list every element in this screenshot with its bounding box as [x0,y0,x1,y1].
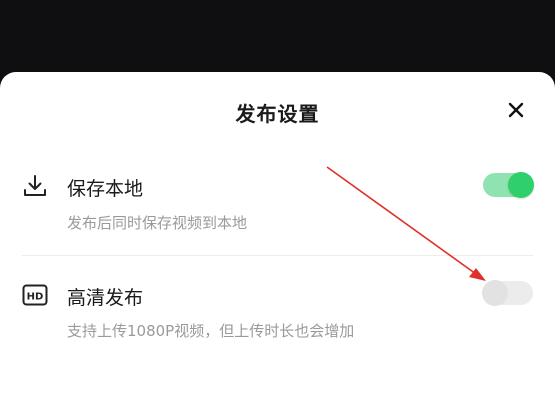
download-icon [24,175,46,196]
option-description: 发布后同时保存视频到本地 [67,214,248,232]
save-local-toggle[interactable] [483,172,534,198]
hd-publish-toggle[interactable] [482,280,533,306]
option-label: 保存本地 [67,178,144,200]
divider [22,255,533,256]
publish-settings-sheet: 发布设置 保存本地 发布后同时保存视频到本地 HD 高清发布 支持上传1080P… [0,72,555,400]
option-label: 高清发布 [67,287,144,309]
hd-icon-text: HD [27,292,44,303]
toggle-knob [508,172,534,198]
option-description: 支持上传1080P视频，但上传时长也会增加 [67,322,355,340]
dialog-title: 发布设置 [235,102,320,126]
hd-icon: HD [22,284,48,306]
close-button[interactable] [503,97,529,123]
toggle-knob [482,280,508,306]
close-icon [508,102,524,118]
